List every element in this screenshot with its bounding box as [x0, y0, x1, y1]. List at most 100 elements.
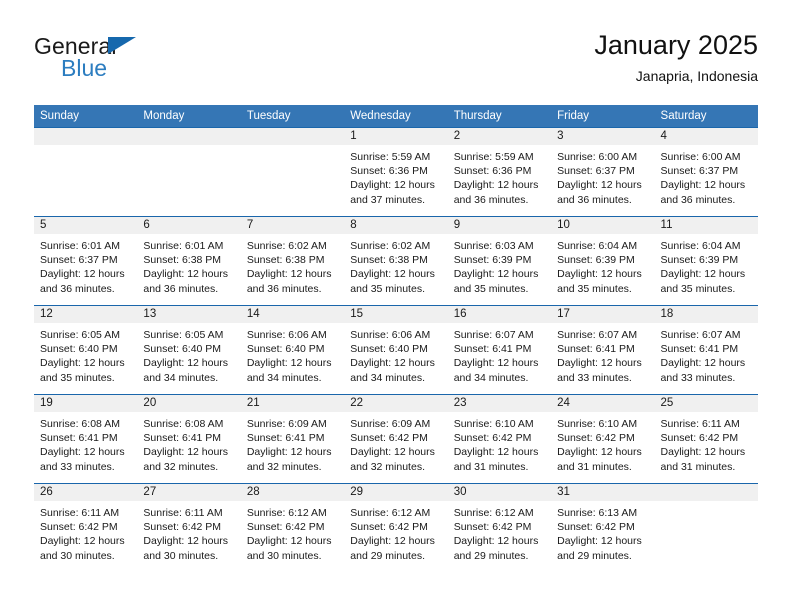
- day-details: Sunrise: 6:07 AM Sunset: 6:41 PM Daylight:…: [655, 323, 758, 385]
- day-number: 26: [34, 484, 138, 501]
- sunrise-text: Sunrise: 6:05 AM: [143, 329, 224, 341]
- daylight-text-line2: and 35 minutes.: [350, 282, 425, 295]
- day-number: 30: [447, 484, 552, 501]
- day-number: 3: [551, 128, 655, 145]
- day-details: Sunrise: 6:06 AM Sunset: 6:40 PM Daylight:…: [344, 323, 447, 385]
- sunrise-text: Sunrise: 6:02 AM: [350, 240, 431, 252]
- calendar-day-cell[interactable]: 13 Sunrise: 6:05 AM Sunset: 6:40 PM Dayligh…: [137, 305, 241, 395]
- day-details: Sunrise: 6:08 AM Sunset: 6:41 PM Daylight:…: [137, 412, 240, 474]
- weekday-header-tuesday: Tuesday: [240, 105, 345, 128]
- calendar-day-cell[interactable]: 16 Sunrise: 6:07 AM Sunset: 6:41 PM Dayligh…: [447, 305, 552, 395]
- day-details: Sunrise: 6:09 AM Sunset: 6:41 PM Daylight:…: [241, 412, 344, 474]
- calendar-day-cell[interactable]: 31 Sunrise: 6:13 AM Sunset: 6:42 PM Dayligh…: [551, 483, 655, 573]
- day-details: Sunrise: 6:02 AM Sunset: 6:38 PM Daylight:…: [241, 234, 344, 296]
- sunset-text: Sunset: 6:38 PM: [246, 254, 325, 267]
- calendar-day-cell[interactable]: 3 Sunrise: 6:00 AM Sunset: 6:37 PM Daylight…: [551, 127, 655, 217]
- day-number: 8: [344, 217, 448, 234]
- daylight-text-line1: Daylight: 12 hours: [557, 179, 642, 192]
- daylight-text-line2: and 30 minutes.: [40, 549, 115, 562]
- sunset-text: Sunset: 6:40 PM: [246, 343, 325, 356]
- daylight-text-line2: and 33 minutes.: [557, 371, 632, 384]
- daylight-text-line1: Daylight: 12 hours: [143, 535, 229, 548]
- calendar-week-row: 5 Sunrise: 6:01 AM Sunset: 6:37 PM Daylight…: [34, 216, 758, 306]
- sunrise-text: Sunrise: 6:10 AM: [453, 418, 534, 430]
- general-blue-logo[interactable]: General Blue: [34, 34, 254, 92]
- calendar-day-cell[interactable]: 7 Sunrise: 6:02 AM Sunset: 6:38 PM Daylight…: [240, 216, 345, 306]
- daylight-text-line1: Daylight: 12 hours: [557, 535, 642, 548]
- calendar-cell-empty: [654, 483, 758, 573]
- logo-text-blue: Blue: [61, 55, 108, 81]
- daylight-text-line1: Daylight: 12 hours: [350, 179, 435, 192]
- day-details: Sunrise: 6:03 AM Sunset: 6:39 PM Daylight:…: [448, 234, 551, 296]
- sunrise-text: Sunrise: 6:06 AM: [350, 329, 431, 341]
- day-details: Sunrise: 6:00 AM Sunset: 6:37 PM Daylight:…: [551, 145, 654, 207]
- calendar-day-cell[interactable]: 29 Sunrise: 6:12 AM Sunset: 6:42 PM Dayligh…: [344, 483, 448, 573]
- sunrise-text: Sunrise: 5:59 AM: [453, 151, 534, 163]
- sunrise-text: Sunrise: 6:08 AM: [143, 418, 224, 430]
- calendar-day-cell[interactable]: 20 Sunrise: 6:08 AM Sunset: 6:41 PM Dayligh…: [137, 394, 241, 484]
- sunset-text: Sunset: 6:37 PM: [660, 165, 739, 178]
- calendar-day-cell[interactable]: 25 Sunrise: 6:11 AM Sunset: 6:42 PM Dayligh…: [654, 394, 758, 484]
- calendar-day-cell[interactable]: 9 Sunrise: 6:03 AM Sunset: 6:39 PM Daylight…: [447, 216, 552, 306]
- daylight-text-line2: and 30 minutes.: [143, 549, 219, 562]
- day-number: 18: [654, 306, 758, 323]
- day-details: Sunrise: 6:04 AM Sunset: 6:39 PM Daylight:…: [551, 234, 654, 296]
- calendar-day-cell[interactable]: 27 Sunrise: 6:11 AM Sunset: 6:42 PM Dayligh…: [137, 483, 241, 573]
- day-details: Sunrise: 6:11 AM Sunset: 6:42 PM Daylight:…: [34, 501, 137, 563]
- calendar-day-cell[interactable]: 8 Sunrise: 6:02 AM Sunset: 6:38 PM Daylight…: [344, 216, 448, 306]
- calendar-week-row: 19 Sunrise: 6:08 AM Sunset: 6:41 PM Dayligh…: [34, 394, 758, 484]
- day-details: Sunrise: 6:02 AM Sunset: 6:38 PM Daylight:…: [344, 234, 447, 296]
- sunset-text: Sunset: 6:42 PM: [453, 521, 532, 534]
- calendar-day-cell[interactable]: 19 Sunrise: 6:08 AM Sunset: 6:41 PM Dayligh…: [34, 394, 138, 484]
- calendar-cell-empty: [240, 127, 345, 217]
- sunrise-text: Sunrise: 6:11 AM: [143, 507, 223, 519]
- calendar-day-cell[interactable]: 11 Sunrise: 6:04 AM Sunset: 6:39 PM Dayligh…: [654, 216, 758, 306]
- calendar-day-cell[interactable]: 23 Sunrise: 6:10 AM Sunset: 6:42 PM Dayligh…: [447, 394, 552, 484]
- calendar-day-cell[interactable]: 12 Sunrise: 6:05 AM Sunset: 6:40 PM Dayligh…: [34, 305, 138, 395]
- sunrise-text: Sunrise: 6:09 AM: [350, 418, 431, 430]
- sunrise-text: Sunrise: 6:03 AM: [453, 240, 534, 252]
- calendar-day-cell[interactable]: 15 Sunrise: 6:06 AM Sunset: 6:40 PM Dayligh…: [344, 305, 448, 395]
- day-number: 22: [344, 395, 448, 412]
- sunrise-text: Sunrise: 6:10 AM: [557, 418, 638, 430]
- day-number: 24: [551, 395, 655, 412]
- sunset-text: Sunset: 6:42 PM: [557, 521, 635, 534]
- calendar-day-cell[interactable]: 10 Sunrise: 6:04 AM Sunset: 6:39 PM Dayligh…: [551, 216, 655, 306]
- calendar-day-cell[interactable]: 26 Sunrise: 6:11 AM Sunset: 6:42 PM Dayligh…: [34, 483, 138, 573]
- sunset-text: Sunset: 6:39 PM: [453, 254, 532, 267]
- day-details: Sunrise: 6:05 AM Sunset: 6:40 PM Daylight:…: [137, 323, 240, 385]
- calendar-day-cell[interactable]: 6 Sunrise: 6:01 AM Sunset: 6:38 PM Daylight…: [137, 216, 241, 306]
- calendar-day-cell[interactable]: 22 Sunrise: 6:09 AM Sunset: 6:42 PM Dayligh…: [344, 394, 448, 484]
- sunset-text: Sunset: 6:42 PM: [143, 521, 222, 534]
- sunrise-text: Sunrise: 6:02 AM: [246, 240, 327, 252]
- calendar-day-cell[interactable]: 24 Sunrise: 6:10 AM Sunset: 6:42 PM Dayligh…: [551, 394, 655, 484]
- daylight-text-line1: Daylight: 12 hours: [143, 357, 229, 370]
- daylight-text-line2: and 36 minutes.: [453, 193, 529, 206]
- daylight-text-line1: Daylight: 12 hours: [143, 446, 229, 459]
- calendar-day-cell[interactable]: 30 Sunrise: 6:12 AM Sunset: 6:42 PM Dayligh…: [447, 483, 552, 573]
- calendar-day-cell[interactable]: 5 Sunrise: 6:01 AM Sunset: 6:37 PM Daylight…: [34, 216, 138, 306]
- daylight-text-line2: and 32 minutes.: [350, 460, 425, 473]
- calendar-day-cell[interactable]: 1 Sunrise: 5:59 AM Sunset: 6:36 PM Daylight…: [344, 127, 448, 217]
- daylight-text-line2: and 32 minutes.: [143, 460, 219, 473]
- daylight-text-line2: and 33 minutes.: [660, 371, 736, 384]
- sunset-text: Sunset: 6:41 PM: [143, 432, 222, 445]
- sunrise-text: Sunrise: 6:11 AM: [40, 507, 120, 519]
- daylight-text-line2: and 30 minutes.: [246, 549, 322, 562]
- daylight-text-line2: and 36 minutes.: [660, 193, 736, 206]
- weekday-header-wednesday: Wednesday: [344, 105, 448, 128]
- calendar-day-cell[interactable]: 17 Sunrise: 6:07 AM Sunset: 6:41 PM Dayligh…: [551, 305, 655, 395]
- calendar-day-cell[interactable]: 2 Sunrise: 5:59 AM Sunset: 6:36 PM Daylight…: [447, 127, 552, 217]
- sunset-text: Sunset: 6:40 PM: [40, 343, 118, 356]
- day-number: 16: [447, 306, 552, 323]
- calendar-day-cell[interactable]: 4 Sunrise: 6:00 AM Sunset: 6:37 PM Daylight…: [654, 127, 758, 217]
- sunrise-text: Sunrise: 6:12 AM: [350, 507, 431, 519]
- calendar-day-cell[interactable]: 21 Sunrise: 6:09 AM Sunset: 6:41 PM Dayligh…: [240, 394, 345, 484]
- calendar-day-cell[interactable]: 28 Sunrise: 6:12 AM Sunset: 6:42 PM Dayligh…: [240, 483, 345, 573]
- day-number: 31: [551, 484, 655, 501]
- daylight-text-line2: and 29 minutes.: [557, 549, 632, 562]
- sunrise-text: Sunrise: 6:01 AM: [143, 240, 224, 252]
- calendar-day-cell[interactable]: 14 Sunrise: 6:06 AM Sunset: 6:40 PM Dayligh…: [240, 305, 345, 395]
- calendar-day-cell[interactable]: 18 Sunrise: 6:07 AM Sunset: 6:41 PM Dayligh…: [654, 305, 758, 395]
- day-number: 5: [34, 217, 138, 234]
